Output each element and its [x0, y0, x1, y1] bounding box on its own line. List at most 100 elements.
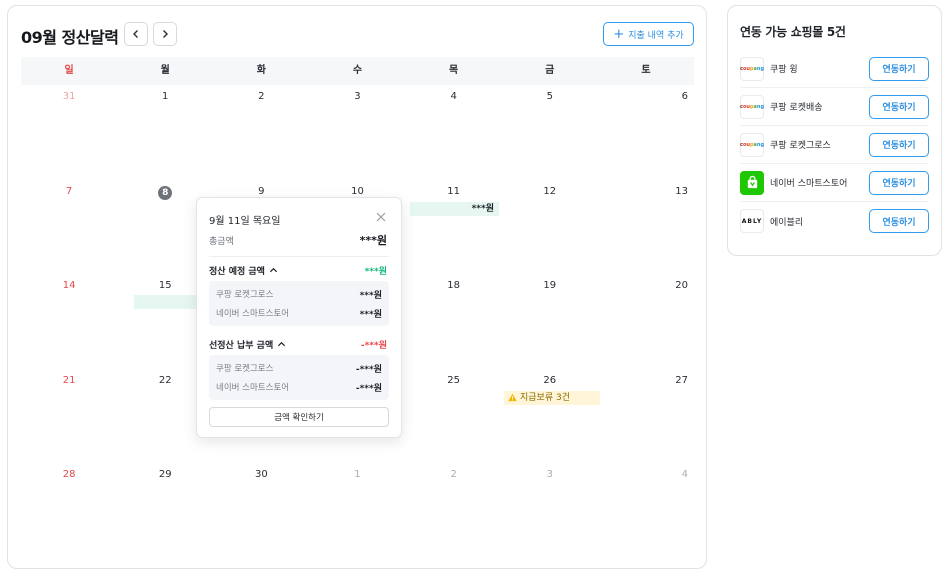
connect-button[interactable]: 연동하기 — [869, 94, 929, 119]
day-cell[interactable]: 30 — [213, 463, 309, 558]
mall-row: ABLY 에이블리 연동하기 — [740, 202, 929, 240]
mall-row: 네이버 스마트스토어 연동하기 — [740, 164, 929, 202]
close-icon[interactable] — [375, 211, 387, 223]
day-cell[interactable]: 21 — [21, 369, 117, 464]
mall-row: c ou p a ng 쿠팡 로켓그로스 연동하기 — [740, 126, 929, 164]
day-cell[interactable]: 25 — [406, 369, 502, 464]
coupang-logo: c ou p a ng — [740, 56, 764, 81]
amount-value: -***원 — [355, 383, 382, 394]
day-cell[interactable]: 20 — [598, 274, 694, 369]
list-item: 쿠팡 로켓그로스 ***원 — [216, 287, 382, 301]
prepaid-section-title: 선정산 납부 금액 — [209, 340, 274, 351]
weekday-sat: 토 — [641, 65, 651, 76]
day-cell[interactable]: 12 — [502, 180, 598, 275]
chevron-up-icon — [269, 267, 278, 272]
mall-row: c ou p a ng 쿠팡 윙 연동하기 — [740, 50, 929, 88]
settle-section-toggle[interactable]: 정산 예정 금액 — [209, 264, 278, 277]
prepaid-section-value: -***원 — [360, 340, 387, 351]
payment-hold-event[interactable]: 지급보류 3건 — [504, 390, 600, 405]
day-cell[interactable]: 31 — [21, 85, 117, 180]
day-cell[interactable]: 6 — [598, 85, 694, 180]
mall-name: 쿠팡 로켓배송 — [770, 103, 823, 113]
day-cell[interactable]: 2 — [213, 85, 309, 180]
ably-logo: ABLY — [740, 209, 764, 233]
today-badge: 8 — [158, 185, 173, 200]
weekday-wed: 수 — [352, 65, 363, 76]
settle-section-title: 정산 예정 금액 — [209, 266, 265, 277]
day-number: 11 — [447, 185, 460, 197]
day-number: 5 — [546, 91, 553, 102]
day-cell[interactable]: 4 — [406, 85, 502, 180]
day-cell[interactable]: 7 — [21, 180, 117, 275]
day-number: 25 — [447, 374, 460, 386]
day-number: 4 — [450, 91, 457, 102]
day-cell[interactable]: 29 — [117, 463, 213, 558]
day-cell[interactable]: 28 — [21, 463, 117, 558]
prev-month-button[interactable] — [124, 22, 148, 46]
connect-button[interactable]: 연동하기 — [869, 56, 929, 81]
day-number: 26 — [543, 374, 557, 386]
day-cell[interactable]: 26 — [502, 369, 598, 464]
mall-name: 쿠팡 윙 — [770, 65, 798, 75]
day-cell[interactable]: 18 — [406, 274, 502, 369]
plus-icon: + — [613, 26, 625, 42]
week-row: 31 1 2 3 4 5 6 — [21, 85, 694, 180]
add-expense-button[interactable]: + 지출 내역 추가 — [603, 22, 694, 46]
day-number: 21 — [62, 374, 76, 386]
mall-label: 쿠팡 로켓그로스 — [216, 364, 274, 374]
confirm-amount-button[interactable]: 금액 확인하기 — [209, 407, 389, 427]
day-cell[interactable]: 11 — [406, 180, 502, 275]
day-number: 1 — [162, 91, 169, 102]
list-item: 네이버 스마트스토어 -***원 — [216, 380, 382, 394]
day-cell[interactable]: 3 — [309, 85, 405, 180]
day-number: 27 — [675, 374, 688, 386]
amount-value: ***원 — [359, 309, 382, 320]
day-detail-popover: 9월 11일 목요일 총금액 ***원 정산 예정 금액 ***원 쿠팡 로켓그… — [196, 197, 402, 438]
connect-button[interactable]: 연동하기 — [869, 170, 929, 195]
weekday-header: 일 월 화 수 목 금 토 — [21, 57, 694, 85]
day-number: 14 — [62, 280, 76, 291]
day-cell[interactable]: 2 — [406, 463, 502, 558]
mall-name: 네이버 스마트스토어 — [770, 179, 848, 189]
weekday-mon: 월 — [160, 65, 170, 76]
mall-name: 쿠팡 로켓그로스 — [770, 141, 831, 151]
week-row: 28 29 30 1 2 3 4 — [21, 463, 694, 558]
warning-icon — [508, 393, 517, 402]
day-cell[interactable]: 5 — [502, 85, 598, 180]
weekday-sun: 일 — [64, 65, 74, 76]
weekday-tue: 화 — [256, 65, 266, 76]
day-number: 10 — [351, 185, 364, 197]
day-number: 6 — [681, 91, 688, 102]
chevron-right-icon — [163, 30, 168, 38]
mall-label: 네이버 스마트스토어 — [216, 383, 290, 393]
amount-value: ***원 — [359, 290, 382, 301]
coupang-logo: c ou p a ng — [740, 94, 764, 119]
day-number: 31 — [62, 91, 76, 102]
settlement-event[interactable]: ***원 — [410, 201, 499, 216]
mall-label: 쿠팡 로켓그로스 — [216, 290, 274, 300]
day-cell[interactable]: 27 — [598, 369, 694, 464]
connect-button[interactable]: 연동하기 — [869, 209, 929, 233]
day-cell[interactable]: 1 — [117, 85, 213, 180]
day-cell[interactable]: 13 — [598, 180, 694, 275]
settle-section-value: ***원 — [364, 266, 387, 277]
list-item: 네이버 스마트스토어 ***원 — [216, 306, 382, 320]
mall-row: c ou p a ng 쿠팡 로켓배송 연동하기 — [740, 88, 929, 126]
prepaid-section-toggle[interactable]: 선정산 납부 금액 — [209, 338, 286, 351]
prepaid-section-header: 선정산 납부 금액 -***원 — [209, 337, 387, 351]
add-expense-label: 지출 내역 추가 — [628, 30, 684, 41]
chevron-up-icon — [278, 341, 286, 346]
day-number: 29 — [158, 469, 172, 480]
connect-button[interactable]: 연동하기 — [869, 132, 929, 157]
day-number: 2 — [258, 91, 265, 102]
day-cell[interactable]: 19 — [502, 274, 598, 369]
payment-hold-label: 지급보류 3건 — [520, 392, 570, 403]
next-month-button[interactable] — [153, 22, 177, 46]
day-cell[interactable]: 14 — [21, 274, 117, 369]
divider — [209, 256, 389, 257]
day-cell[interactable]: 1 — [309, 463, 405, 558]
day-cell[interactable]: 4 — [598, 463, 694, 558]
day-number: 4 — [681, 469, 688, 480]
day-cell[interactable]: 3 — [502, 463, 598, 558]
chevron-left-icon — [133, 30, 138, 38]
